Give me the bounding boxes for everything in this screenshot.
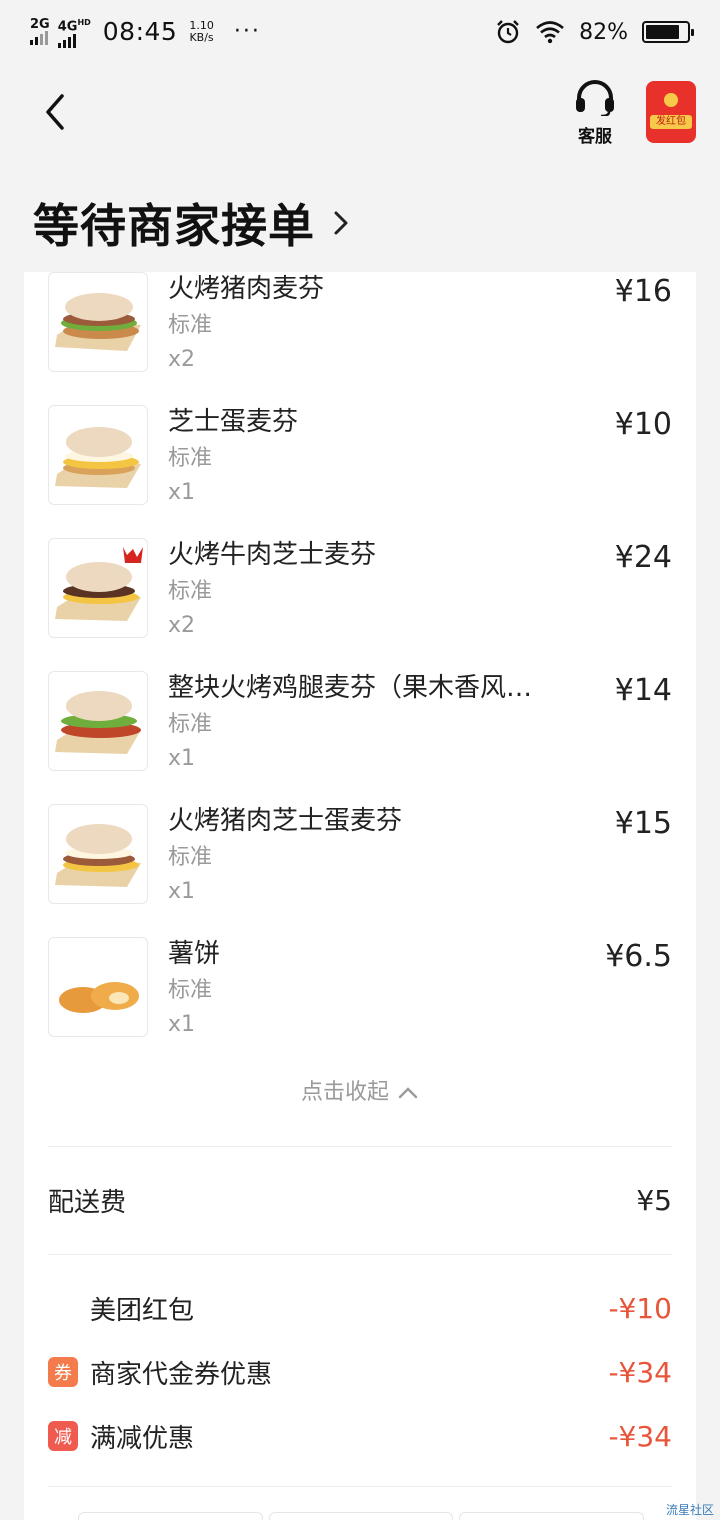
item-qty: x1 — [168, 879, 196, 904]
order-card: 火烤猪肉麦芬 标准 x2 ¥16 芝士蛋麦芬 标准 x1 ¥10 火烤牛肉芝士麦… — [24, 272, 696, 1520]
item-name: 薯饼 — [168, 939, 221, 969]
chevron-up-icon — [398, 1087, 418, 1099]
food-image — [48, 937, 148, 1037]
headset-icon — [576, 80, 614, 118]
discount-row-reduction: 减 满减优惠 -¥34 — [48, 1416, 672, 1456]
delivery-fee-row: 配送费 ¥5 — [48, 1180, 672, 1220]
item-price: ¥15 — [614, 806, 672, 841]
back-button[interactable] — [36, 90, 76, 134]
signal-bars-icon — [57, 33, 76, 48]
clock: 08:45 — [102, 17, 178, 47]
discount-row-coupon: 券 商家代金券优惠 -¥34 — [48, 1352, 672, 1392]
list-item[interactable]: 整块火烤鸡腿麦芬（果木香风… 标准 x1 ¥14 — [48, 671, 672, 781]
coupon-badge-icon: 券 — [48, 1357, 78, 1387]
food-image — [48, 538, 148, 638]
status-bar: 2G 4GHD 08:45 1.10 KB/s ··· 82% — [0, 0, 720, 64]
item-spec: 标准 — [168, 313, 213, 338]
action-button[interactable] — [78, 1512, 263, 1520]
chevron-left-icon — [46, 94, 64, 130]
item-qty: x1 — [168, 480, 196, 505]
list-item[interactable]: 薯饼 标准 x1 ¥6.5 — [48, 937, 672, 1047]
item-spec: 标准 — [168, 712, 213, 737]
bottom-actions-partial — [78, 1512, 645, 1520]
food-image — [48, 272, 148, 372]
battery-icon — [642, 21, 694, 43]
list-item[interactable]: 火烤牛肉芝士麦芬 标准 x2 ¥24 — [48, 538, 672, 648]
item-qty: x1 — [168, 1012, 196, 1037]
item-price: ¥6.5 — [605, 939, 672, 974]
collapse-button[interactable]: 点击收起 — [24, 1074, 696, 1106]
discount-label: 商家代金券优惠 — [90, 1359, 273, 1390]
redpack-label: 发红包 — [650, 115, 692, 129]
signal-2g: 2G — [30, 18, 50, 46]
item-name: 火烤猪肉芝士蛋麦芬 — [168, 806, 403, 836]
item-price: ¥24 — [614, 540, 672, 575]
item-spec: 标准 — [168, 446, 213, 471]
discount-label: 满减优惠 — [90, 1423, 195, 1454]
food-image — [48, 671, 148, 771]
food-image — [48, 804, 148, 904]
page-title: 等待商家接单 — [33, 199, 315, 253]
order-status-title[interactable]: 等待商家接单 — [33, 190, 351, 256]
item-name: 整块火烤鸡腿麦芬（果木香风… — [168, 673, 533, 703]
list-item[interactable]: 芝士蛋麦芬 标准 x1 ¥10 — [48, 405, 672, 515]
discount-value: -¥34 — [608, 1419, 672, 1453]
service-label: 客服 — [578, 127, 612, 147]
item-name: 火烤猪肉麦芬 — [168, 274, 325, 304]
item-price: ¥14 — [614, 673, 672, 708]
item-spec: 标准 — [168, 845, 213, 870]
item-spec: 标准 — [168, 579, 213, 604]
item-price: ¥10 — [614, 407, 672, 442]
delivery-fee-value: ¥5 — [636, 1183, 672, 1217]
list-item[interactable]: 火烤猪肉麦芬 标准 x2 ¥16 — [48, 272, 672, 382]
item-qty: x1 — [168, 746, 196, 771]
item-qty: x2 — [168, 613, 196, 638]
send-redpack-button[interactable]: 发红包 — [646, 81, 696, 143]
action-button[interactable] — [459, 1512, 645, 1520]
divider — [48, 1146, 672, 1147]
list-item[interactable]: 火烤猪肉芝士蛋麦芬 标准 x1 ¥15 — [48, 804, 672, 914]
item-qty: x2 — [168, 347, 196, 372]
discount-label: 美团红包 — [90, 1295, 195, 1326]
signal-4g: 4GHD — [57, 16, 91, 48]
coin-icon — [664, 93, 678, 107]
item-price: ¥16 — [614, 274, 672, 309]
divider — [48, 1254, 672, 1255]
chevron-right-icon — [334, 211, 348, 235]
collapse-label: 点击收起 — [300, 1080, 389, 1105]
discount-value: -¥34 — [608, 1355, 672, 1389]
network-speed: 1.10 KB/s — [189, 18, 214, 44]
delivery-fee-label: 配送费 — [48, 1187, 127, 1218]
wifi-icon — [536, 21, 564, 44]
watermark: 流星社区 — [665, 1503, 714, 1517]
discount-row-meituan-redpack: 美团红包 -¥10 — [48, 1288, 672, 1328]
discount-value: -¥10 — [608, 1291, 672, 1325]
item-name: 火烤牛肉芝士麦芬 — [168, 540, 377, 570]
more-notifications-icon: ··· — [233, 19, 261, 45]
alarm-icon — [497, 20, 519, 44]
action-button[interactable] — [268, 1512, 454, 1520]
item-spec: 标准 — [168, 978, 213, 1003]
customer-service-button[interactable]: 客服 — [572, 80, 618, 147]
item-name: 芝士蛋麦芬 — [168, 407, 299, 437]
divider — [48, 1486, 672, 1487]
food-image — [48, 405, 148, 505]
battery-percent: 82% — [579, 19, 628, 45]
signal-bars-icon — [30, 31, 48, 46]
reduction-badge-icon: 减 — [48, 1421, 78, 1451]
